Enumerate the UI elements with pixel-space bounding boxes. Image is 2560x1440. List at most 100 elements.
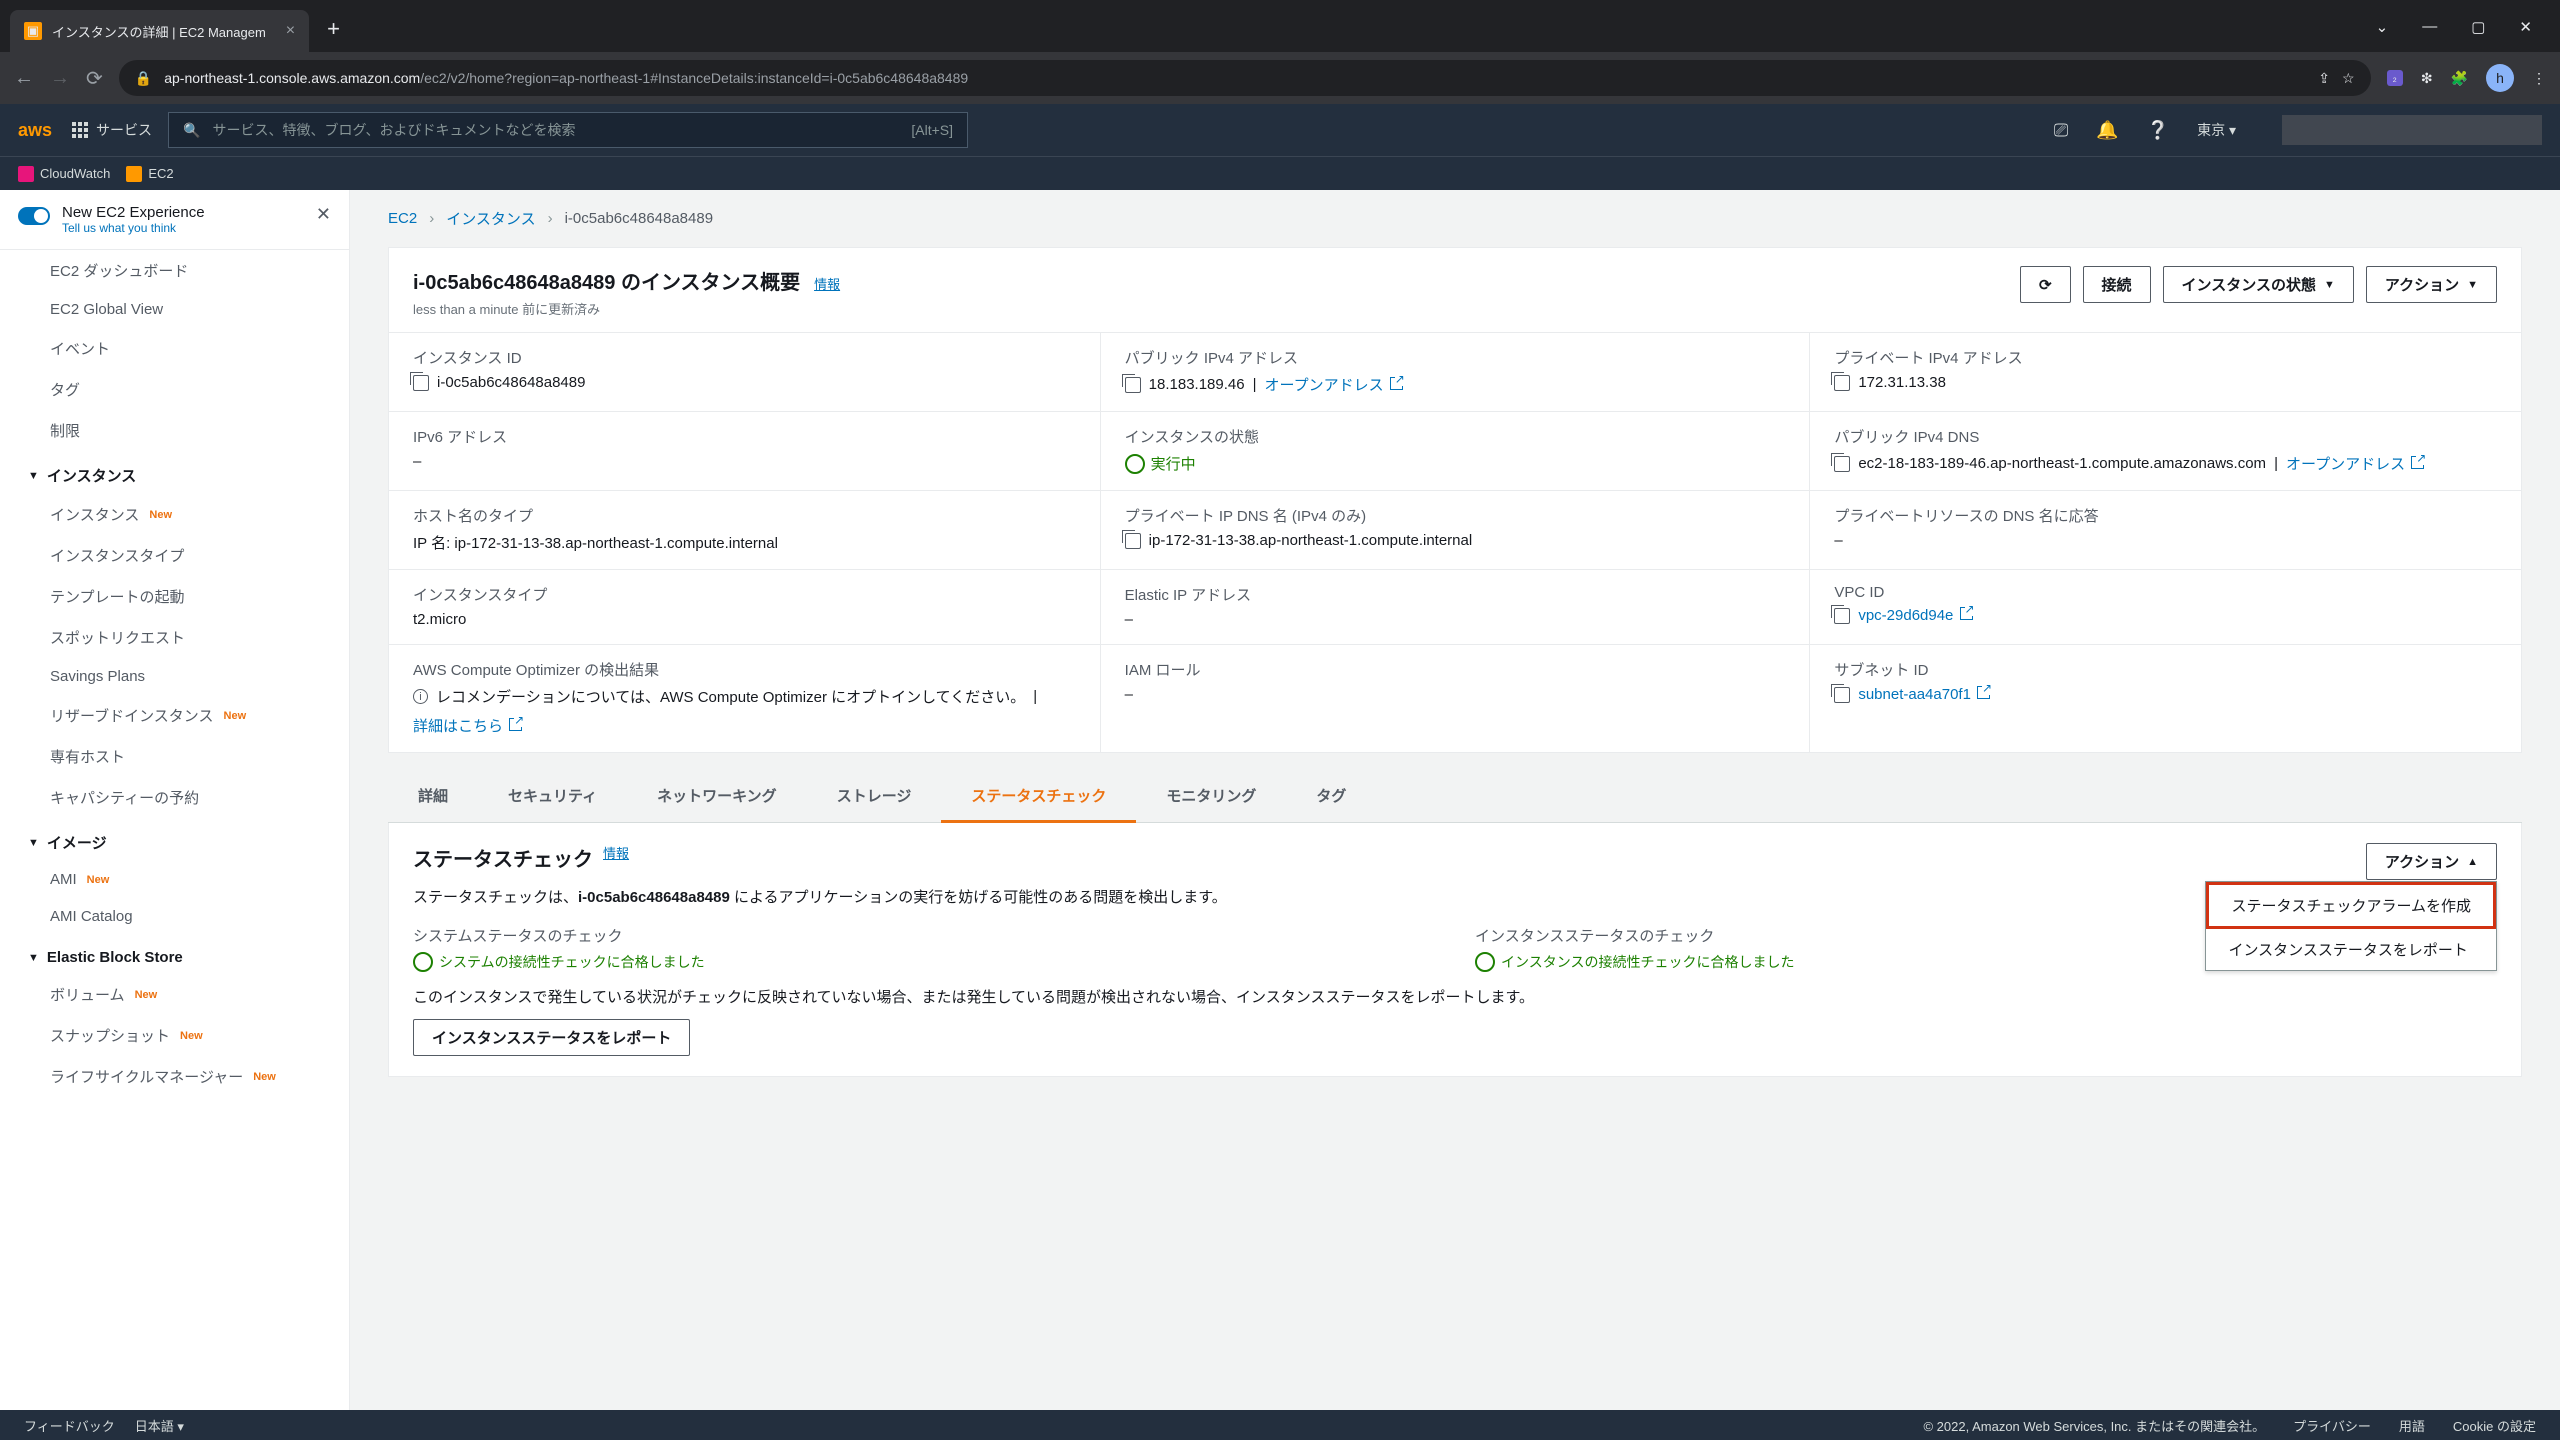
private-ipv4-value: 172.31.13.38 [1858,374,1946,391]
services-menu[interactable]: サービス [72,120,152,140]
aws-search[interactable]: 🔍 サービス、特徴、ブログ、およびドキュメントなどを検索 [Alt+S] [168,112,968,148]
subnet-link[interactable]: subnet-aa4a70f1 [1858,686,1990,703]
copy-icon[interactable] [1834,375,1850,391]
tab-close-icon[interactable]: × [286,22,295,40]
elastic-ip-value: – [1125,611,1786,628]
info-link[interactable]: 情報 [603,843,629,862]
sidebar-item[interactable]: AMI New [0,861,349,898]
sidebar-item[interactable]: AMI Catalog [0,898,349,935]
sidebar-item[interactable]: 専有ホスト [0,736,349,777]
chevron-down-icon[interactable]: ⌄ [2376,18,2389,36]
report-status-button[interactable]: インスタンスステータスをレポート [413,1019,690,1056]
maximize-icon[interactable]: ▢ [2471,18,2485,36]
create-alarm-item[interactable]: ステータスチェックアラームを作成 [2206,882,2496,929]
grid-icon [72,122,88,138]
external-link-icon [1390,377,1403,390]
instance-state-button[interactable]: インスタンスの状態▼ [2163,266,2354,303]
account-menu[interactable] [2282,115,2542,145]
language-selector[interactable]: 日本語 ▾ [135,1416,184,1435]
help-icon[interactable]: ❔ [2147,120,2169,141]
aws-logo[interactable]: aws [18,120,52,141]
search-shortcut: [Alt+S] [911,122,953,138]
open-address-link[interactable]: オープンアドレス [2286,453,2424,474]
aws-favorites-bar: CloudWatch EC2 [0,156,2560,190]
copy-icon[interactable] [1834,456,1850,472]
vpc-link[interactable]: vpc-29d6d94e [1858,607,1972,624]
new-experience-toggle[interactable] [18,207,50,225]
menu-icon[interactable]: ⋮ [2532,70,2546,87]
sidebar-item[interactable]: リザーブドインスタンス New [0,695,349,736]
banner-close-icon[interactable]: ✕ [316,204,331,225]
sidebar-group-images[interactable]: ▼イメージ [0,818,349,861]
share-icon[interactable]: ⇪ [2318,70,2330,87]
region-selector[interactable]: 東京 ▾ [2197,120,2236,140]
breadcrumb-instances[interactable]: インスタンス [446,208,535,229]
copy-icon[interactable] [1834,687,1850,703]
report-status-item[interactable]: インスタンスステータスをレポート [2206,929,2496,970]
sidebar-group-instances[interactable]: ▼インスタンス [0,451,349,494]
sidebar-item[interactable]: インスタンスタイプ [0,535,349,576]
terms-link[interactable]: 用語 [2399,1416,2425,1435]
connect-button[interactable]: 接続 [2083,266,2151,303]
new-badge: New [251,1070,278,1084]
sidebar-item[interactable]: Savings Plans [0,658,349,695]
extension-badge[interactable]: ₂ [2387,70,2403,86]
extension-icon[interactable]: ❇ [2421,70,2433,87]
tab-tags[interactable]: タグ [1286,771,1376,822]
fav-ec2[interactable]: EC2 [126,166,173,182]
copy-icon[interactable] [1125,533,1141,549]
sidebar-item[interactable]: スポットリクエスト [0,617,349,658]
tab-status-checks[interactable]: ステータスチェック [941,771,1136,823]
compute-optimizer-value: レコメンデーションについては、AWS Compute Optimizer にオプ… [436,686,1025,707]
sidebar-item[interactable]: インスタンス New [0,494,349,535]
sidebar-item[interactable]: タグ [0,369,349,410]
new-experience-link[interactable]: Tell us what you think [62,221,304,235]
status-actions-button[interactable]: アクション▲ [2366,843,2497,880]
extensions-icon[interactable]: 🧩 [2451,70,2468,87]
tab-storage[interactable]: ストレージ [807,771,942,822]
sidebar-item[interactable]: EC2 Global View [0,291,349,328]
profile-avatar[interactable]: h [2486,64,2514,92]
new-experience-title: New EC2 Experience [62,204,304,221]
privacy-link[interactable]: プライバシー [2293,1416,2371,1435]
browser-tab[interactable]: ▣ インスタンスの詳細 | EC2 Managem × [10,10,309,52]
bookmark-icon[interactable]: ☆ [2342,70,2355,87]
info-link[interactable]: 情報 [814,277,840,292]
lock-icon: 🔒 [135,70,152,87]
tab-favicon: ▣ [24,22,42,40]
cloudshell-icon[interactable]: ⎚ [2054,120,2068,141]
notifications-icon[interactable]: 🔔 [2096,120,2118,141]
sidebar-item[interactable]: スナップショット New [0,1015,349,1056]
fav-cloudwatch[interactable]: CloudWatch [18,166,110,182]
tab-security[interactable]: セキュリティ [478,771,627,822]
breadcrumb-ec2[interactable]: EC2 [388,210,417,227]
refresh-button[interactable]: ⟳ [2020,266,2071,303]
close-icon[interactable]: ✕ [2519,18,2532,36]
tab-monitoring[interactable]: モニタリング [1136,771,1286,822]
tab-details[interactable]: 詳細 [388,771,478,822]
sidebar-item[interactable]: キャパシティーの予約 [0,777,349,818]
reload-icon[interactable]: ⟳ [86,66,103,91]
sidebar-item[interactable]: テンプレートの起動 [0,576,349,617]
private-resource-dns-value: – [1834,532,2497,549]
new-tab-button[interactable]: + [327,16,340,42]
actions-button[interactable]: アクション▼ [2366,266,2497,303]
sidebar-group-ebs[interactable]: ▼Elastic Block Store [0,935,349,974]
chevron-right-icon: › [429,210,434,227]
sidebar-item[interactable]: EC2 ダッシュボード [0,250,349,291]
copy-icon[interactable] [413,375,429,391]
copy-icon[interactable] [1834,608,1850,624]
feedback-link[interactable]: フィードバック [24,1416,115,1435]
compute-optimizer-link[interactable]: 詳細はこちら [413,715,522,736]
cookie-link[interactable]: Cookie の設定 [2453,1416,2536,1435]
copy-icon[interactable] [1125,377,1141,393]
open-address-link[interactable]: オープンアドレス [1265,374,1403,395]
minimize-icon[interactable]: — [2422,18,2437,36]
tab-networking[interactable]: ネットワーキング [627,771,807,822]
sidebar-item[interactable]: イベント [0,328,349,369]
sidebar-item[interactable]: ライフサイクルマネージャー New [0,1056,349,1097]
sidebar-item[interactable]: 制限 [0,410,349,451]
url-bar[interactable]: 🔒 ap-northeast-1.console.aws.amazon.com/… [119,60,2371,96]
sidebar-item[interactable]: ボリューム New [0,974,349,1015]
back-icon[interactable]: ← [14,67,34,90]
